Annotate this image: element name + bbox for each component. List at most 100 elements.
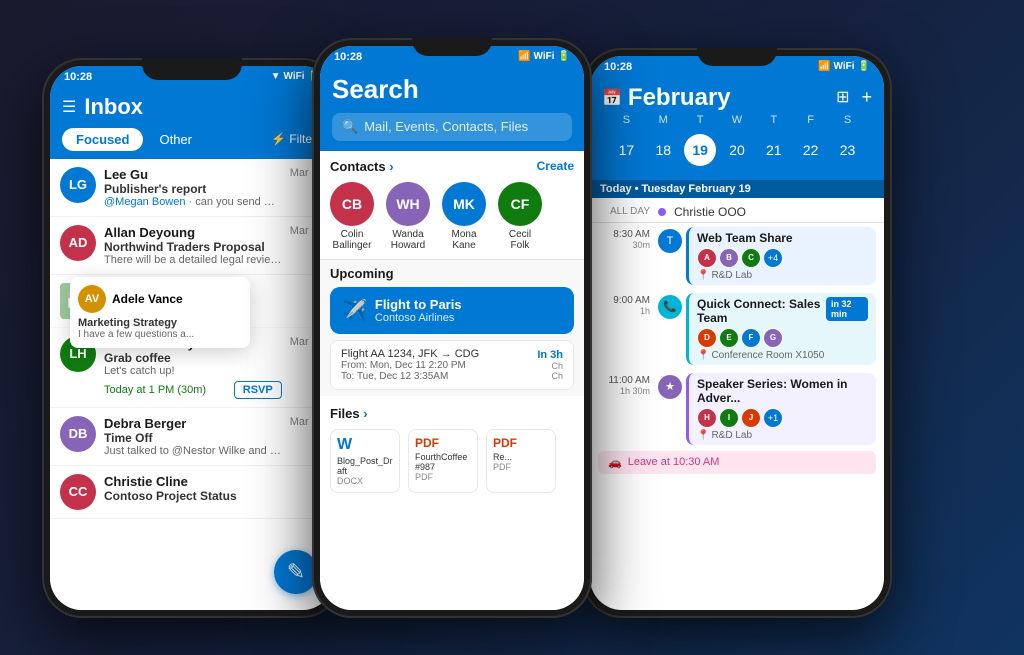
event-time: 9:00 AM1h — [598, 293, 650, 365]
flight-detail-row: Flight AA 1234, JFK → CDG From: Mon, Dec… — [330, 340, 574, 390]
notch-right — [697, 48, 777, 66]
calendar-date-active[interactable]: 19 — [684, 134, 716, 166]
contact-item[interactable]: WH WandaHoward — [386, 182, 430, 251]
allday-row: ALL DAY Christie OOO — [590, 202, 884, 222]
event-row[interactable]: 8:30 AM30m T Web Team Share A B C +4 — [590, 223, 884, 289]
upcoming-title: Upcoming — [330, 266, 574, 281]
email-item[interactable]: LG Lee Gu Publisher's report @Megan Bowe… — [50, 159, 334, 217]
allday-event: Christie OOO — [674, 205, 746, 219]
contact-avatar: CF — [498, 182, 542, 226]
event-icon: ★ — [658, 375, 682, 399]
calendar-date[interactable]: 17 — [610, 134, 642, 166]
inbox-header: ☰ Inbox Focused Other ⚡ Filters — [50, 88, 334, 159]
contact-item[interactable]: CB ColinBallinger — [330, 182, 374, 251]
files-row: W Blog_Post_Draft DOCX PDF FourthCoffee#… — [330, 429, 574, 493]
grid-view-icon[interactable]: ⊞ — [836, 87, 849, 108]
event-row[interactable]: 11:00 AM1h 30m ★ Speaker Series: Women i… — [590, 369, 884, 449]
event-plus-badge: +4 — [763, 248, 783, 268]
phone-calendar: 10:28 📶WiFi🔋 📅 February ⊞ + — [582, 48, 892, 618]
flight-eta: In 3h — [537, 349, 563, 361]
email-item[interactable]: AD Allan Deyoung Northwind Traders Propo… — [50, 217, 334, 275]
avatar: AV — [78, 285, 106, 313]
contacts-section-header: Contacts › Create — [320, 151, 584, 178]
search-icon: 🔍 — [342, 119, 358, 135]
day-label: S — [831, 114, 863, 126]
hamburger-icon[interactable]: ☰ — [62, 97, 76, 117]
flight-ch: ChCh — [537, 361, 563, 381]
calendar-date[interactable]: 18 — [647, 134, 679, 166]
event-card: Speaker Series: Women in Adver... H I J … — [686, 373, 876, 445]
event-location: 📍R&D Lab — [697, 270, 868, 281]
calendar-days-header: S M T W T F S — [602, 112, 872, 130]
event-location: 📍R&D Lab — [697, 430, 868, 441]
email-sender: Debra Berger — [104, 416, 282, 431]
events-list: ALL DAY Christie OOO 8:30 AM30m T — [590, 198, 884, 610]
location-icon: 📍 — [697, 270, 709, 281]
flight-route: Flight AA 1234, JFK → CDG — [341, 348, 479, 360]
calendar-icon: 📅 — [602, 88, 622, 108]
file-item[interactable]: PDF Re... PDF — [486, 429, 556, 493]
email-subject: Grab coffee — [104, 351, 282, 365]
search-header: Search 🔍 Mail, Events, Contacts, Files — [320, 68, 584, 151]
event-avatar: C — [741, 248, 761, 268]
contact-name: ColinBallinger — [333, 229, 372, 251]
adele-popup-card[interactable]: AV Adele Vance Marketing Strategy I have… — [70, 277, 250, 348]
contact-avatar: CB — [330, 182, 374, 226]
search-content: Contacts › Create CB ColinBallinger WH W… — [320, 151, 584, 610]
tab-focused[interactable]: Focused — [62, 128, 143, 151]
leave-text: Leave at 10:30 AM — [628, 456, 720, 468]
contact-item[interactable]: CF CecilFolk — [498, 182, 542, 251]
file-item[interactable]: W Blog_Post_Draft DOCX — [330, 429, 400, 493]
contact-avatar: MK — [442, 182, 486, 226]
time-right: 10:28 — [604, 61, 632, 73]
event-avatar: G — [763, 328, 783, 348]
contact-avatar: WH — [386, 182, 430, 226]
email-preview: There will be a detailed legal review of… — [104, 254, 282, 266]
event-time: 11:00 AM1h 30m — [598, 373, 650, 445]
file-type: PDF — [493, 462, 549, 472]
email-item[interactable]: CC Christie Cline Contoso Project Status — [50, 466, 334, 519]
email-content: Allan Deyoung Northwind Traders Proposal… — [104, 225, 282, 266]
tab-other[interactable]: Other — [149, 128, 202, 151]
phone-search: 10:28 📶WiFi🔋 Search 🔍 Mail, Events, Cont… — [312, 38, 592, 618]
create-label[interactable]: Create — [537, 159, 574, 174]
contact-item[interactable]: MK MonaKane — [442, 182, 486, 251]
event-location: 📍Conference Room X1050 — [697, 350, 868, 361]
day-label: T — [684, 114, 716, 126]
event-avatar: D — [697, 328, 717, 348]
contact-name: MonaKane — [451, 229, 476, 251]
rsvp-row: Today at 1 PM (30m) RSVP — [104, 377, 282, 403]
event-card: Web Team Share A B C +4 📍R&D Lab — [686, 227, 876, 285]
email-preview: Let's catch up! — [104, 365, 282, 377]
leave-banner: 🚗 Leave at 10:30 AM — [598, 451, 876, 474]
contact-name: CecilFolk — [509, 229, 531, 251]
file-item[interactable]: PDF FourthCoffee#987 PDF — [408, 429, 478, 493]
flight-title: Flight to Paris — [375, 297, 462, 312]
event-row[interactable]: 9:00 AM1h 📞 Quick Connect: Sales Team in… — [590, 289, 884, 369]
email-sender: Allan Deyoung — [104, 225, 282, 240]
event-avatar: H — [697, 408, 717, 428]
event-avatar: B — [719, 248, 739, 268]
notch-left — [142, 58, 242, 80]
email-item[interactable]: DB Debra Berger Time Off Just talked to … — [50, 408, 334, 466]
flight-card[interactable]: ✈️ Flight to Paris Contoso Airlines — [330, 287, 574, 334]
calendar-date[interactable]: 20 — [721, 134, 753, 166]
event-card: Quick Connect: Sales Team in 32 min D E … — [686, 293, 876, 365]
search-title: Search — [332, 74, 572, 105]
allday-dot — [658, 208, 666, 216]
file-name: Blog_Post_Draft — [337, 456, 393, 476]
flight-from: From: Mon, Dec 11 2:20 PM — [341, 360, 479, 371]
calendar-date[interactable]: 21 — [758, 134, 790, 166]
add-event-button[interactable]: + — [861, 87, 872, 108]
status-icons-right: 📶WiFi🔋 — [818, 61, 870, 72]
search-bar[interactable]: 🔍 Mail, Events, Contacts, Files — [332, 113, 572, 141]
file-type: PDF — [415, 472, 471, 482]
rsvp-button[interactable]: RSVP — [234, 381, 282, 399]
flight-to: To: Tue, Dec 12 3:35AM — [341, 371, 479, 382]
lightning-icon: ⚡ — [271, 132, 286, 146]
calendar-date[interactable]: 22 — [795, 134, 827, 166]
file-type: DOCX — [337, 476, 393, 486]
avatar: DB — [60, 416, 96, 452]
calendar-date[interactable]: 23 — [831, 134, 863, 166]
event-avatars: H I J +1 — [697, 408, 868, 428]
